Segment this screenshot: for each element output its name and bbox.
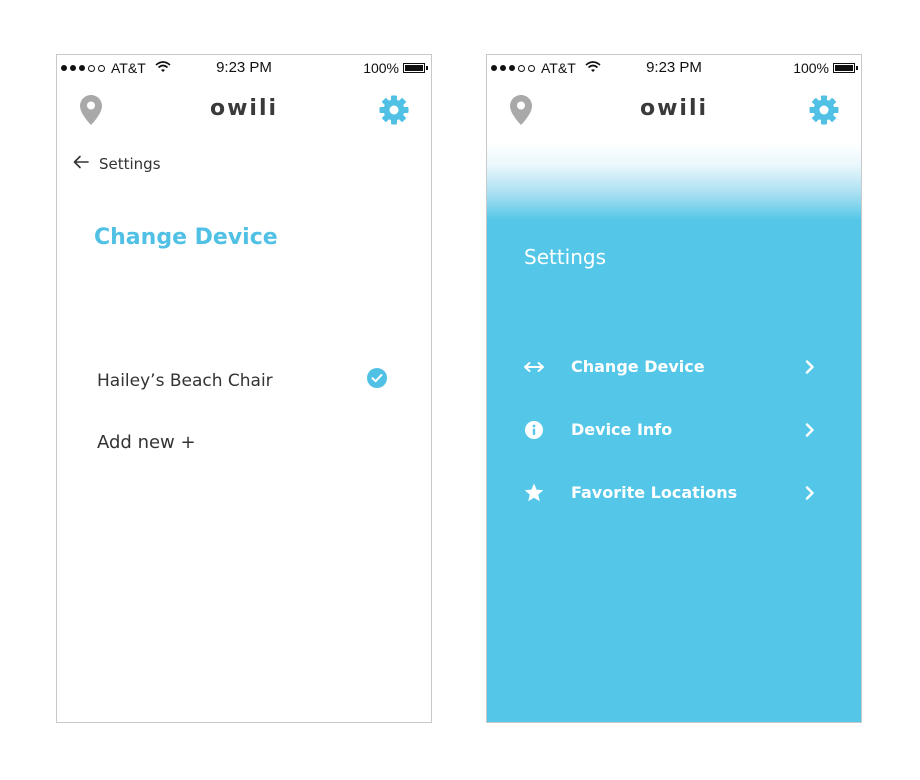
gear-icon[interactable]: [809, 95, 839, 129]
battery-status: 100%: [363, 60, 428, 76]
settings-menu: Change Device Device Info Favorite Locat…: [523, 335, 817, 524]
menu-item-label: Device Info: [571, 420, 673, 439]
app-brand: owili: [209, 96, 279, 121]
settings-screen: AT&T 9:23 PM 100% owili Settings Change …: [486, 54, 862, 723]
back-to-settings-link[interactable]: Settings: [73, 155, 161, 173]
menu-item-label: Favorite Locations: [571, 483, 738, 502]
menu-item-change-device[interactable]: Change Device: [523, 335, 817, 398]
info-icon: [523, 420, 545, 439]
page-title: Change Device: [94, 225, 278, 250]
check-circle-icon: [367, 368, 387, 393]
change-device-screen: AT&T 9:23 PM 100% owili Settings Change …: [56, 54, 432, 723]
device-list-item[interactable]: Hailey’s Beach Chair: [97, 368, 387, 393]
back-label: Settings: [99, 155, 161, 173]
back-arrow-icon: [73, 155, 89, 173]
battery-icon: [403, 63, 428, 73]
swap-arrows-icon: [523, 361, 545, 373]
battery-status: 100%: [793, 60, 858, 76]
menu-item-device-info[interactable]: Device Info: [523, 398, 817, 461]
device-name: Hailey’s Beach Chair: [97, 370, 273, 391]
battery-icon: [833, 63, 858, 73]
menu-item-favorite-locations[interactable]: Favorite Locations: [523, 461, 817, 524]
star-icon: [523, 483, 545, 502]
add-new-device-button[interactable]: Add new +: [97, 432, 196, 453]
app-brand: owili: [639, 96, 709, 121]
nav-bar: owili: [57, 85, 431, 135]
battery-percent: 100%: [363, 60, 399, 76]
status-bar: AT&T 9:23 PM 100%: [487, 55, 861, 81]
chevron-right-icon: [803, 422, 817, 437]
chevron-right-icon: [803, 359, 817, 374]
battery-percent: 100%: [793, 60, 829, 76]
nav-bar: owili: [487, 85, 861, 135]
page-title: Settings: [524, 245, 607, 269]
menu-item-label: Change Device: [571, 357, 705, 376]
chevron-right-icon: [803, 485, 817, 500]
status-bar: AT&T 9:23 PM 100%: [57, 55, 431, 81]
gear-icon[interactable]: [379, 95, 409, 129]
